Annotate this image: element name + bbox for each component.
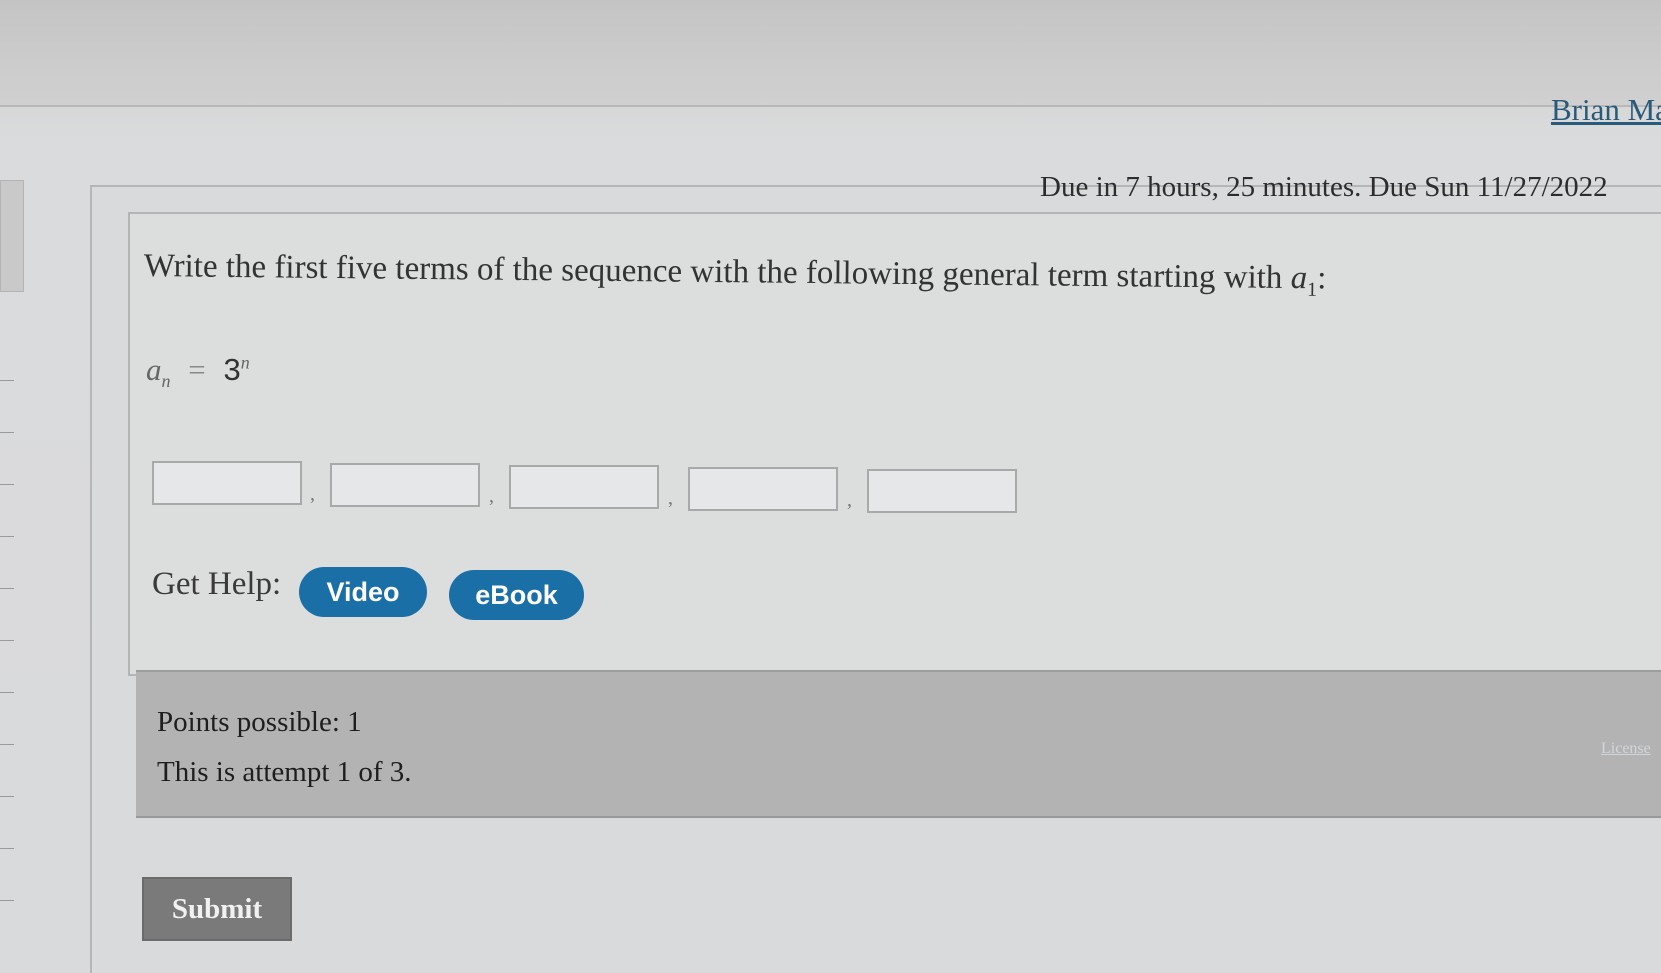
- formula-base: 3: [223, 352, 241, 387]
- general-term-formula: an = 3n: [146, 352, 250, 392]
- answer-input-2[interactable]: [330, 463, 480, 507]
- video-button[interactable]: Video: [299, 567, 427, 617]
- get-help-label: Get Help:: [152, 566, 282, 602]
- formula-equals: =: [188, 352, 206, 387]
- answer-input-4[interactable]: [688, 467, 838, 511]
- formula-exponent: n: [240, 352, 250, 373]
- formula-lhs-sub: n: [161, 371, 171, 392]
- top-bar: [0, 0, 1661, 107]
- page: Brian Ma Due in 7 hours, 25 minutes. Due…: [0, 0, 1661, 973]
- answer-row: , , , ,: [152, 461, 1052, 521]
- points-panel: [136, 670, 1661, 818]
- answer-separator: ,: [489, 485, 494, 507]
- license-link[interactable]: License: [1601, 740, 1661, 758]
- answer-input-1[interactable]: [152, 461, 302, 505]
- left-edge-lines: [0, 380, 14, 940]
- user-name-link[interactable]: Brian Ma: [1551, 92, 1661, 128]
- answer-separator: ,: [310, 483, 315, 505]
- due-date-text: Due in 7 hours, 25 minutes. Due Sun 11/2…: [1040, 171, 1608, 203]
- formula-lhs-var: a: [146, 352, 162, 387]
- answer-separator: ,: [668, 487, 673, 509]
- submit-button[interactable]: Submit: [142, 877, 292, 941]
- left-sidebar-tab[interactable]: [0, 180, 24, 292]
- answer-input-3[interactable]: [509, 465, 659, 509]
- question-prompt-var: a: [1290, 260, 1308, 297]
- answer-input-5[interactable]: [867, 469, 1017, 513]
- answer-separator: ,: [847, 489, 852, 511]
- attempt-count-text: This is attempt 1 of 3.: [157, 756, 412, 788]
- question-prompt-suffix: :: [1316, 260, 1327, 297]
- ebook-button[interactable]: eBook: [449, 570, 584, 620]
- points-possible-text: Points possible: 1: [157, 706, 362, 738]
